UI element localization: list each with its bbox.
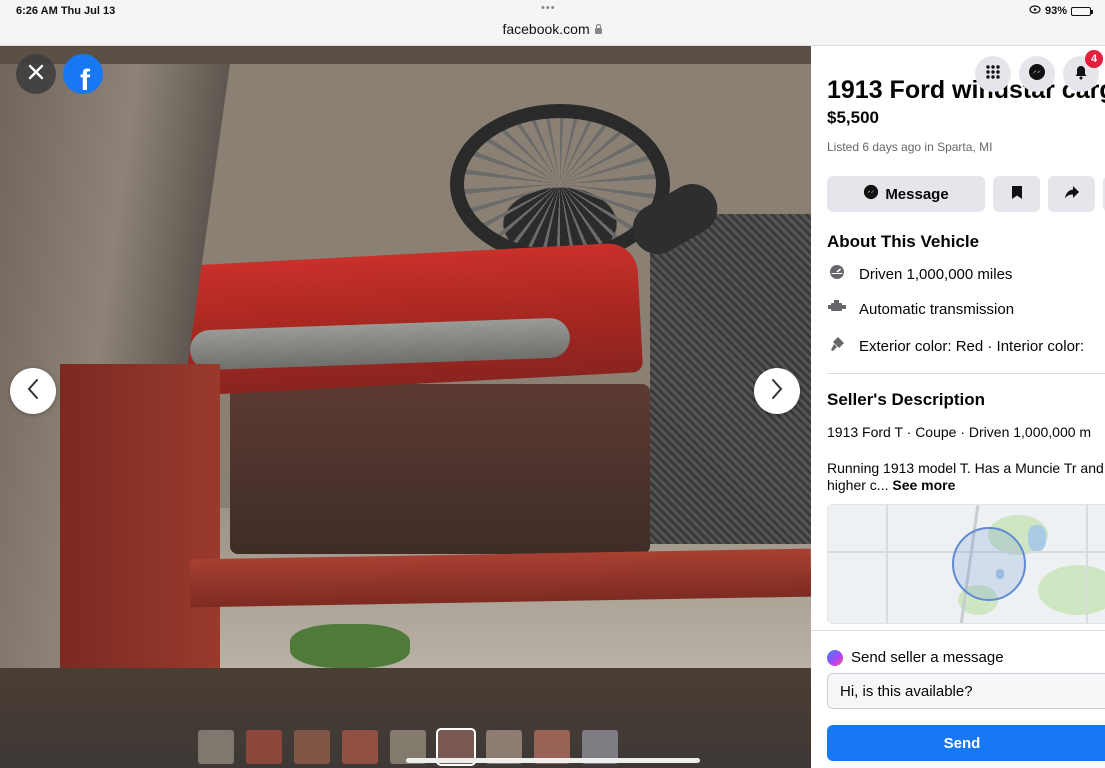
home-indicator[interactable]: [406, 758, 700, 763]
messenger-button[interactable]: [1019, 56, 1055, 92]
photo-grass: [290, 624, 410, 668]
location-map[interactable]: [827, 504, 1105, 624]
about-heading: About This Vehicle: [827, 232, 980, 251]
description-body: Running 1913 model T. Has a Muncie Tr an…: [827, 460, 1104, 493]
tab-dots[interactable]: •••: [541, 2, 556, 14]
share-button[interactable]: [1048, 176, 1095, 212]
mileage-attribute: Driven 1,000,000 miles: [827, 264, 1012, 284]
photo-thumbnail[interactable]: [294, 730, 330, 764]
url-text: facebook.com: [502, 21, 590, 37]
bell-icon: [1073, 64, 1089, 85]
facebook-logo[interactable]: f: [63, 54, 103, 94]
map-lake: [1028, 525, 1046, 551]
bookmark-icon: [1011, 185, 1023, 204]
notification-badge: 4: [1085, 50, 1103, 68]
map-road: [886, 505, 888, 623]
transmission-attribute: Automatic transmission: [827, 300, 1014, 318]
messenger-icon: [863, 184, 879, 204]
next-photo-button[interactable]: [754, 368, 800, 414]
grid-menu-icon: [985, 64, 1001, 85]
messenger-icon: [1028, 63, 1046, 86]
description-heading: Seller's Description: [827, 390, 986, 409]
description-text: Running 1913 model T. Has a Muncie Tr an…: [827, 460, 1105, 494]
message-button-label: Message: [885, 185, 949, 203]
listing-location: Listed 6 days ago in Sparta, MI: [827, 140, 993, 154]
send-message-area: Send seller a message Hi, is this availa…: [811, 630, 1105, 768]
send-button[interactable]: Send: [827, 725, 1105, 761]
message-button[interactable]: Message: [827, 176, 985, 212]
description-summary: 1913 Ford T · Coupe · Driven 1,000,000 m: [827, 424, 1092, 440]
listing-price: $5,500: [827, 108, 879, 127]
send-label-text: Send seller a message: [851, 649, 1004, 666]
transmission-text: Automatic transmission: [859, 300, 1015, 318]
save-button[interactable]: [993, 176, 1040, 212]
notifications-button[interactable]: 4: [1063, 50, 1103, 92]
color-attribute: Exterior color: Red · Interior color:: [827, 336, 1084, 356]
status-time: 6:26 AM Thu Jul 13: [16, 5, 116, 17]
photo-viewer: [0, 46, 811, 768]
speedometer-icon: [827, 264, 847, 284]
facebook-logo-letter: f: [80, 64, 90, 94]
section-divider: [827, 373, 1105, 374]
color-text: Exterior color: Red · Interior color:: [859, 337, 1085, 355]
listing-actions: Message: [827, 176, 1105, 212]
transmission-icon: [827, 300, 847, 318]
lock-icon: [594, 23, 603, 37]
share-icon: [1064, 185, 1080, 203]
map-location-radius: [952, 527, 1026, 601]
map-park: [1038, 565, 1105, 615]
chevron-left-icon: [26, 376, 40, 407]
address-bar[interactable]: facebook.com: [0, 21, 1105, 37]
map-road: [1086, 505, 1088, 623]
photo-engine-lower: [230, 384, 650, 554]
header-icons: 4: [975, 50, 1103, 92]
photo-engine-block: [176, 242, 644, 396]
menu-button[interactable]: [975, 56, 1011, 92]
photo-frame-red: [60, 364, 220, 668]
see-more-link[interactable]: See more: [892, 477, 955, 493]
orientation-lock-icon: [1029, 5, 1041, 17]
status-right: 93%: [1029, 5, 1093, 17]
chevron-right-icon: [770, 376, 784, 407]
send-label: Send seller a message: [827, 649, 1004, 666]
paint-icon: [827, 336, 847, 356]
photo-thumbnail[interactable]: [246, 730, 282, 764]
message-input[interactable]: Hi, is this available?: [827, 673, 1105, 709]
messenger-icon: [827, 649, 843, 666]
close-button[interactable]: [16, 54, 56, 94]
photo-thumbnail[interactable]: [342, 730, 378, 764]
mileage-text: Driven 1,000,000 miles: [859, 265, 1013, 283]
close-icon: [27, 60, 45, 88]
status-bar: 6:26 AM Thu Jul 13 ••• facebook.com 93%: [0, 0, 1105, 46]
previous-photo-button[interactable]: [10, 368, 56, 414]
battery-text: 93%: [1044, 5, 1067, 17]
listing-panel: 1913 Ford windstar cargo 4 $5,500 Listed…: [811, 46, 1105, 768]
listing-photo[interactable]: [0, 64, 811, 668]
photo-thumbnail[interactable]: [198, 730, 234, 764]
battery-icon: [1071, 6, 1093, 16]
